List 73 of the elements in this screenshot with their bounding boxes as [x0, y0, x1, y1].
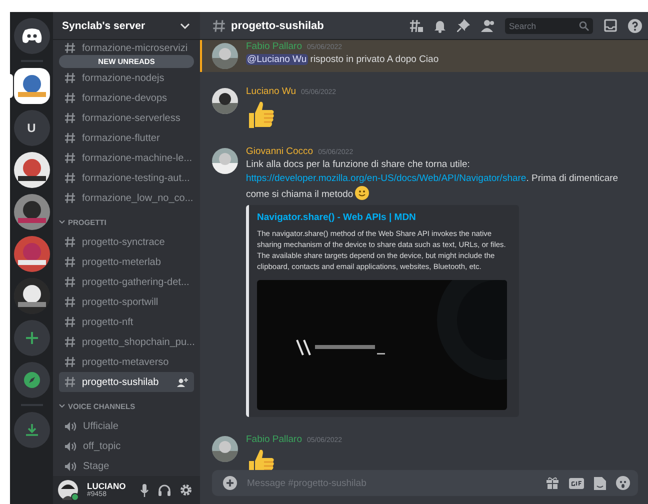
add-server-button[interactable]: [14, 320, 50, 356]
download-icon: [24, 423, 38, 437]
members-icon[interactable]: [481, 20, 496, 32]
inbox-icon[interactable]: [604, 19, 617, 32]
pin-icon[interactable]: [457, 19, 470, 32]
channel-item[interactable]: progetto-nft: [59, 312, 194, 332]
channel-item[interactable]: formazione-testing-aut...: [59, 168, 194, 188]
channel-item[interactable]: formazione_low_no_co...: [59, 188, 194, 208]
server-button[interactable]: [14, 68, 50, 104]
server-header[interactable]: Synclab's server: [53, 12, 200, 39]
help-icon[interactable]: [628, 18, 642, 32]
bell-icon[interactable]: [434, 18, 446, 32]
user-avatar[interactable]: [212, 43, 238, 69]
message-link[interactable]: https://developer.mozilla.org/en-US/docs/Web/API/Navigator/share: [246, 172, 526, 184]
emoji-icon[interactable]: [616, 476, 630, 490]
channel-item[interactable]: progetto-metaverso: [59, 352, 194, 372]
channel-item[interactable]: formazione-microservizi: [59, 41, 194, 55]
search-bar[interactable]: Search: [505, 18, 593, 34]
channel-item[interactable]: progetto-sushilab: [59, 372, 194, 392]
gift-icon[interactable]: [546, 477, 559, 489]
channel-item[interactable]: progetto-sportwill: [59, 292, 194, 312]
channel-item[interactable]: formazione-flutter: [59, 128, 194, 148]
channel-item[interactable]: formazione-serverless: [59, 108, 194, 128]
explore-button[interactable]: [14, 362, 50, 398]
user-avatar[interactable]: [212, 88, 238, 114]
add-attachment-icon[interactable]: [223, 476, 237, 490]
search-icon: [579, 20, 589, 30]
server-button[interactable]: [14, 278, 50, 314]
invite-icon[interactable]: [177, 378, 188, 386]
home-button[interactable]: [14, 18, 50, 54]
author-name[interactable]: Luciano Wu: [246, 86, 296, 97]
search-field[interactable]: Search: [509, 20, 579, 30]
threads-icon[interactable]: [409, 18, 423, 32]
settings-icon[interactable]: [180, 484, 192, 496]
server-button[interactable]: U: [14, 110, 50, 146]
user-avatar[interactable]: [212, 436, 238, 462]
author-name[interactable]: Fabio Pallaro: [246, 434, 302, 445]
gif-icon[interactable]: [569, 478, 584, 488]
author-name[interactable]: Fabio Pallaro: [246, 41, 302, 52]
user-avatar[interactable]: [212, 148, 238, 174]
channel-item[interactable]: formazione-machine-le...: [59, 148, 194, 168]
message-text: Link alla docs per la funzione di share che torna utile: https://developer.mozilla.org/en-US/docs/Web/API/Navigator/share. Prima di dimenticare come si chiama il metodo: [246, 158, 620, 202]
headphones-icon[interactable]: [158, 484, 171, 496]
embed-title[interactable]: Navigator.share() - Web APIs | MDN: [257, 212, 509, 224]
online-status-icon: [71, 493, 79, 501]
chevron-icon: [180, 22, 190, 28]
channel-item[interactable]: off_topic: [59, 436, 194, 456]
channel-item[interactable]: Stage: [59, 456, 194, 476]
hash-icon: [212, 18, 226, 32]
server-name: Synclab's server: [62, 20, 146, 32]
plus-icon: [24, 331, 38, 345]
user-avatar[interactable]: [58, 480, 78, 500]
download-button[interactable]: [14, 412, 50, 448]
channel-title: progetto-sushilab: [231, 20, 324, 32]
sticker-icon[interactable]: [594, 476, 606, 490]
chevron-icon: [59, 220, 65, 224]
server-button[interactable]: [14, 236, 50, 272]
username: LUCIANO: [87, 482, 127, 491]
channel-item[interactable]: formazione-devops: [59, 88, 194, 108]
channel-item[interactable]: progetto_shopchain_pu...: [59, 332, 194, 352]
channel-item[interactable]: Ufficiale: [59, 416, 194, 436]
chevron-icon: [59, 404, 65, 408]
author-name[interactable]: Giovanni Cocco: [246, 146, 314, 157]
message-text: risposto in privato A dopo Ciao: [309, 54, 439, 65]
channel-item[interactable]: formazione-nodejs: [59, 68, 194, 88]
channel-item[interactable]: progetto-meterlab: [59, 252, 194, 272]
channel-item[interactable]: progetto-synctrace: [59, 232, 194, 252]
compass-icon: [24, 372, 40, 388]
user-mention[interactable]: @Luciano Wu: [246, 54, 308, 65]
microphone-icon[interactable]: [140, 484, 149, 496]
server-button[interactable]: [14, 152, 50, 188]
channel-item[interactable]: progetto-gathering-det...: [59, 272, 194, 292]
logo: [20, 28, 42, 44]
